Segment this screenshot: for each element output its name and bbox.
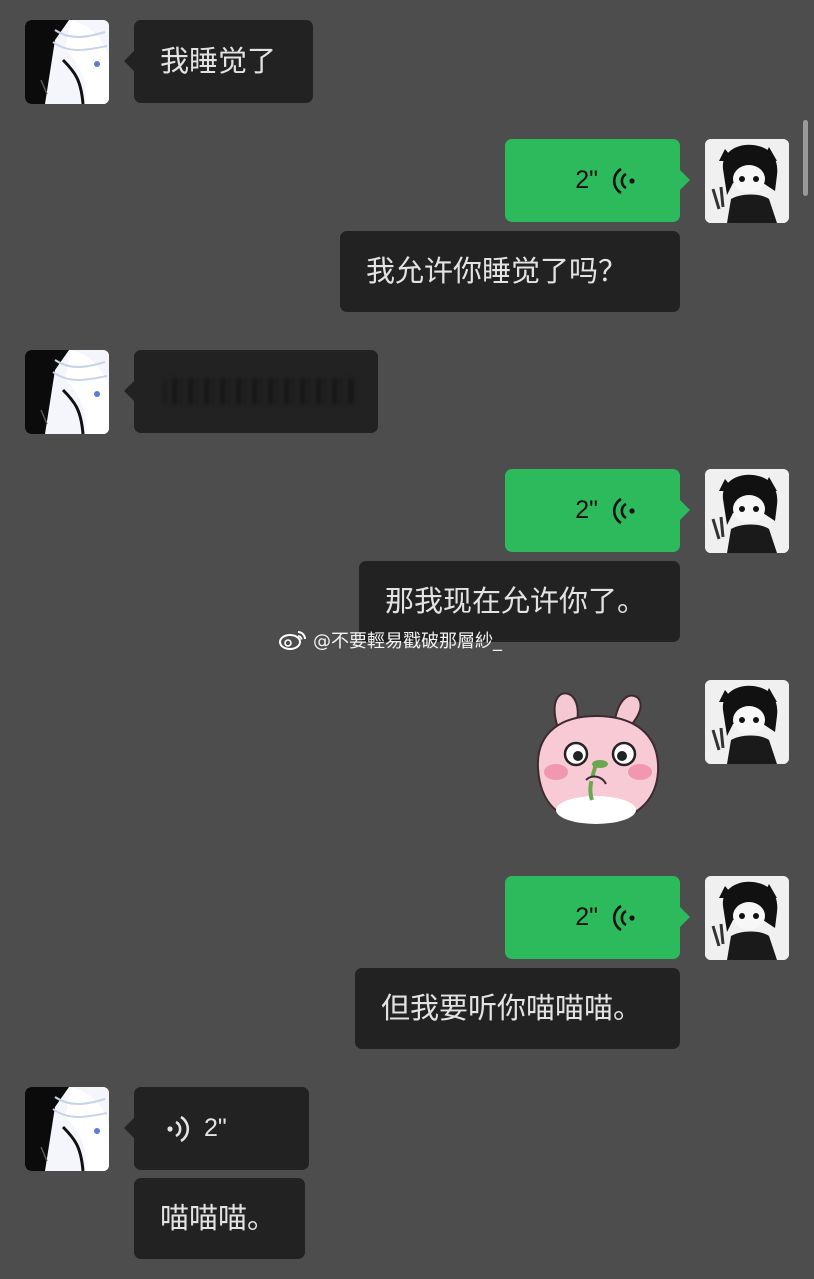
my-avatar-image <box>705 469 789 553</box>
message-text: 我允许你睡觉了吗？ <box>366 254 628 288</box>
message-text: 但我要听你喵喵喵。 <box>381 991 643 1025</box>
my-avatar-image <box>705 876 789 960</box>
friend-avatar[interactable] <box>25 1087 109 1171</box>
my-avatar[interactable] <box>705 469 789 553</box>
scrollbar[interactable] <box>803 120 808 196</box>
message-bubble[interactable]: 我睡觉了 <box>124 20 313 103</box>
voice-duration: 2" <box>204 1114 227 1142</box>
my-avatar[interactable] <box>705 139 789 223</box>
voice-duration: 2" <box>575 166 598 194</box>
blurred-text <box>164 378 354 404</box>
voice-duration: 2" <box>575 903 598 931</box>
voice-message-bubble[interactable]: 2" <box>505 139 690 222</box>
blurred-message-bubble[interactable] <box>124 350 378 433</box>
weibo-icon <box>279 631 306 650</box>
message-text: 喵喵喵。 <box>160 1201 277 1235</box>
weibo-watermark: @不要輕易戳破那層紗_ <box>278 627 502 653</box>
friend-avatar-image <box>25 350 109 434</box>
my-avatar[interactable] <box>705 876 789 960</box>
friend-avatar[interactable] <box>25 350 109 434</box>
voice-message-bubble[interactable]: 2" <box>505 469 690 552</box>
voice-message-bubble[interactable]: 2" <box>505 876 690 959</box>
voice-wave-icon <box>160 1112 190 1146</box>
voice-duration: 2" <box>575 496 598 524</box>
my-avatar-image <box>705 139 789 223</box>
watermark-text: @不要輕易戳破那層紗_ <box>313 631 502 652</box>
my-avatar[interactable] <box>705 680 789 764</box>
voice-wave-icon <box>612 164 642 198</box>
friend-avatar-image <box>25 1087 109 1171</box>
voice-wave-icon <box>612 901 642 935</box>
voice-wave-icon <box>612 494 642 528</box>
message-bubble[interactable]: 但我要听你喵喵喵。 <box>355 968 680 1049</box>
message-text: 我睡觉了 <box>160 44 277 78</box>
friend-avatar-image <box>25 20 109 104</box>
message-text: 那我现在允许你了。 <box>385 584 647 618</box>
pink-bunny-sticker[interactable] <box>530 688 665 824</box>
message-bubble[interactable]: 我允许你睡觉了吗？ <box>340 231 680 312</box>
message-bubble[interactable]: 喵喵喵。 <box>134 1178 305 1259</box>
my-avatar-image <box>705 680 789 764</box>
friend-avatar[interactable] <box>25 20 109 104</box>
voice-message-bubble[interactable]: 2" <box>124 1087 309 1170</box>
